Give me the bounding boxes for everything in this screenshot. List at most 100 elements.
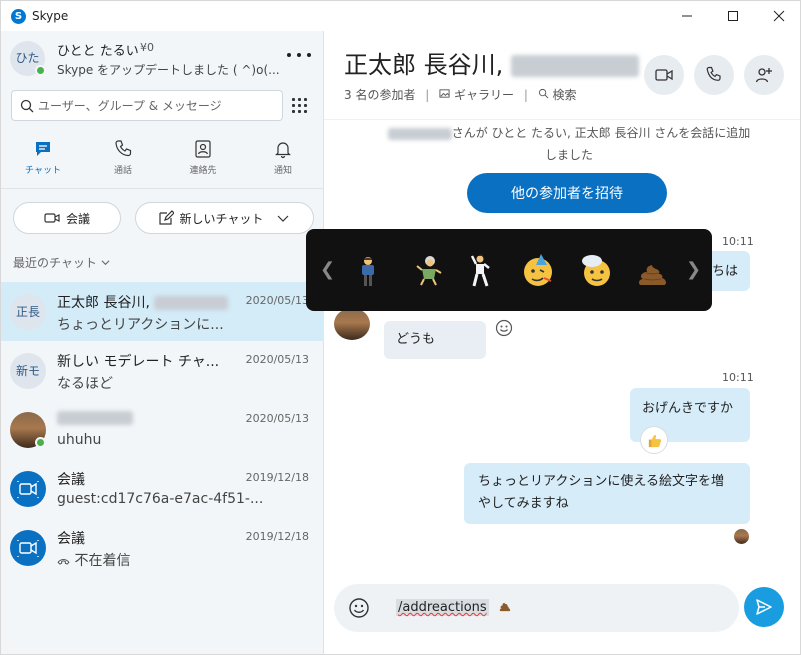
chat-list-item[interactable]: 2020/05/13 uhuhu [1, 400, 324, 459]
gallery-link[interactable]: ギャラリー [454, 88, 514, 102]
close-button[interactable] [756, 1, 801, 31]
meeting-button[interactable]: 会議 [13, 202, 121, 234]
add-person-icon [755, 68, 772, 83]
search-link[interactable]: 検索 [553, 88, 577, 102]
chevron-right-icon[interactable]: ❯ [686, 259, 701, 280]
video-call-icon [17, 481, 39, 498]
thumbs-up-icon [648, 434, 661, 447]
person-bowing-emoji-icon[interactable] [346, 248, 390, 292]
online-status-icon [35, 437, 46, 448]
old-woman-icon [416, 256, 442, 286]
thumbs-up-reaction-icon[interactable] [640, 426, 668, 454]
poop-emoji-icon[interactable] [630, 248, 674, 292]
more-options-button[interactable] [287, 48, 311, 62]
party-face-emoji-icon[interactable] [516, 248, 560, 292]
profile-name: ひとと たるい [57, 44, 139, 59]
chat-name: 会議 [57, 531, 85, 547]
conversation-meta: 3 名の参加者 | ギャラリー | 検索 [344, 88, 577, 102]
skype-credit: ¥0 [140, 41, 154, 54]
minimize-button[interactable] [664, 1, 710, 31]
search-icon [20, 99, 34, 113]
tab-calls[interactable]: 通話 [83, 137, 163, 187]
invite-participants-button[interactable]: 他の参加者を招待 [467, 173, 667, 213]
poop-emoji-icon [499, 602, 510, 612]
mind-blown-icon [582, 255, 610, 286]
reaction-picker-popup: ❮ ❯ [306, 229, 712, 311]
man-dancing-emoji-icon[interactable] [458, 248, 502, 292]
divider [1, 188, 324, 189]
chat-preview: guest:cd17c76a-e7ac-4f51-... [57, 491, 264, 507]
nav-tabs: チャット 通話 連絡先 通知 [1, 137, 324, 187]
profile-header[interactable]: ひた ひとと たるい ¥0 Skype をアップデートしました ( ^)o(..… [1, 31, 324, 85]
chat-date: 2019/12/18 [245, 471, 309, 484]
emoji-picker-icon[interactable] [348, 597, 370, 619]
search-input[interactable] [38, 97, 276, 115]
tab-contacts[interactable]: 連絡先 [163, 137, 243, 187]
tab-chats-label: チャット [25, 166, 61, 176]
send-button[interactable] [744, 587, 784, 627]
meeting-avatar [10, 471, 46, 507]
chat-list-item[interactable]: 会議 2019/12/18 不在着信 [1, 518, 324, 577]
search-icon [538, 88, 549, 99]
video-icon [44, 213, 60, 223]
chat-date: 2020/05/13 [245, 294, 309, 307]
profile-mood-message: Skype をアップデートしました ( ^)o(... [57, 63, 280, 77]
new-chat-label: 新しいチャット [179, 211, 264, 226]
search-box[interactable] [11, 90, 283, 121]
chat-avatar: 新モ [10, 353, 46, 389]
message-bubble[interactable]: ちょっとリアクションに使える絵文字を増やしてみますね [464, 463, 750, 524]
chat-list-item[interactable]: 正長 正太郎 長谷川, 2020/05/13 ちょっとリアクションに... [1, 282, 324, 341]
chat-date: 2020/05/13 [245, 412, 309, 425]
new-chat-button[interactable]: 新しいチャット [135, 202, 314, 234]
skype-logo-icon: S [11, 9, 26, 24]
chat-name: 会議 [57, 472, 85, 488]
audio-call-button[interactable] [694, 55, 734, 95]
bell-icon [275, 142, 291, 159]
party-face-icon [524, 254, 552, 286]
chat-preview: uhuhu [57, 432, 102, 448]
video-call-icon [17, 540, 39, 557]
message-timestamp: 10:11 [722, 371, 754, 384]
online-status-icon [35, 65, 46, 76]
meeting-avatar [10, 530, 46, 566]
old-woman-dancing-emoji-icon[interactable] [406, 248, 450, 292]
chat-avatar: 正長 [10, 294, 46, 330]
gallery-icon [439, 89, 450, 98]
missed-call-icon [57, 559, 70, 565]
contacts-icon [195, 140, 211, 158]
chevron-left-icon[interactable]: ❮ [320, 259, 335, 280]
add-reaction-icon[interactable] [494, 318, 514, 338]
maximize-button[interactable] [710, 1, 756, 31]
tab-notifications[interactable]: 通知 [243, 137, 323, 187]
participants-link[interactable]: 3 名の参加者 [344, 88, 415, 102]
send-icon [756, 599, 772, 615]
phone-icon [706, 66, 721, 81]
conversation-panel: 正太郎 長谷川, 3 名の参加者 | ギャラリー | 検索 さんが ひとと たる… [324, 31, 801, 655]
sidebar: ひた ひとと たるい ¥0 Skype をアップデートしました ( ^)o(..… [0, 31, 324, 655]
message-bubble[interactable]: どうも [384, 321, 486, 359]
man-dancing-icon [470, 254, 490, 287]
chat-icon [36, 142, 50, 156]
chat-date: 2019/12/18 [245, 530, 309, 543]
read-receipt-avatar [734, 529, 749, 544]
title-bar: S Skype [0, 0, 801, 31]
chat-list-item[interactable]: 新モ 新しい モデレート チャ... 2020/05/13 なるほど [1, 341, 324, 400]
chat-name: 新しい モデレート チャ... [57, 354, 220, 370]
compose-icon [158, 210, 174, 225]
message-composer[interactable]: /addreactions [334, 584, 739, 632]
divider [324, 119, 800, 120]
video-call-button[interactable] [644, 55, 684, 95]
tab-contacts-label: 連絡先 [189, 166, 217, 176]
add-people-button[interactable] [744, 55, 784, 95]
window-title: Skype [32, 9, 69, 23]
poop-icon [639, 265, 666, 285]
chat-name: 正太郎 長谷川, [57, 292, 229, 312]
mind-blown-emoji-icon[interactable] [574, 248, 618, 292]
tab-chats[interactable]: チャット [3, 137, 83, 187]
recent-chats-header[interactable]: 最近のチャット [13, 254, 110, 271]
system-message: さんが ひとと たるい, 正太郎 長谷川 さんを会話に追加しました [382, 122, 756, 166]
maximize-icon [728, 11, 738, 21]
chat-list-item[interactable]: 会議 2019/12/18 guest:cd17c76a-e7ac-4f51-.… [1, 459, 324, 518]
dialpad-icon[interactable] [285, 90, 313, 121]
message-input[interactable]: /addreactions [396, 598, 512, 616]
